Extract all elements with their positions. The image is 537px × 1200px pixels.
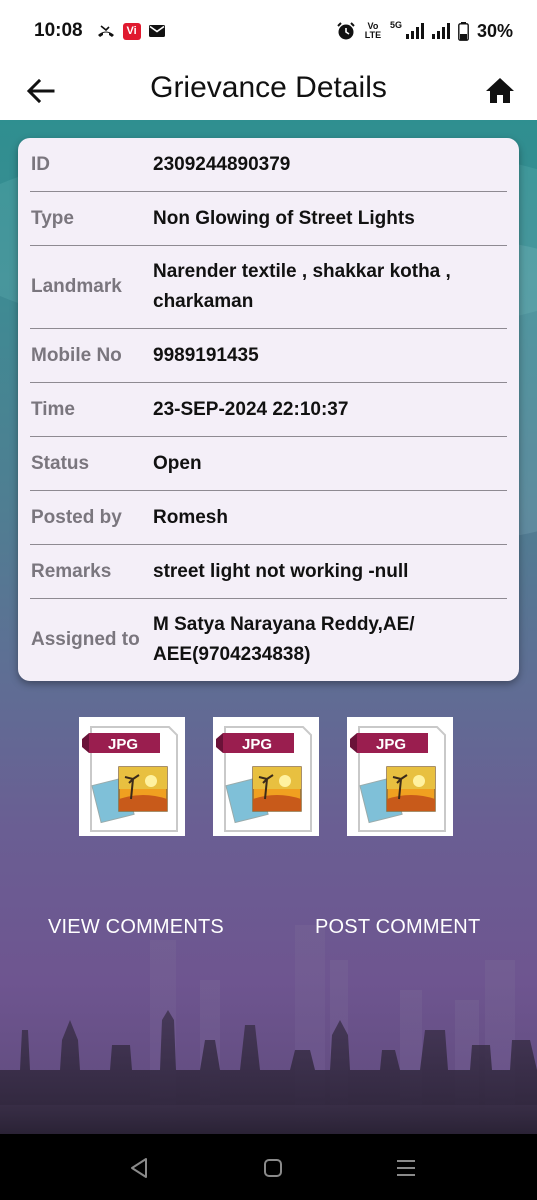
battery-icon: [458, 21, 469, 41]
missed-call-icon: [97, 25, 114, 37]
detail-row-assigned-to: Assigned to M Satya Narayana Reddy,AE/ A…: [30, 599, 507, 681]
detail-row-posted-by: Posted by Romesh: [30, 491, 507, 545]
alarm-icon: [337, 22, 355, 40]
battery-percent: 30%: [476, 20, 513, 41]
detail-row-mobile: Mobile No 9989191435: [30, 329, 507, 383]
5g-signal-label: 5G: [389, 20, 402, 30]
screen: 10:08 Vi Vo LTE 5G 30% Grievance Details…: [0, 0, 537, 1200]
signal-icon: [431, 23, 450, 39]
detail-label: Time: [31, 398, 76, 420]
nav-back-button[interactable]: [126, 1154, 154, 1182]
detail-label: Posted by: [31, 506, 122, 528]
detail-label: ID: [31, 153, 50, 175]
detail-value: 2309244890379: [153, 153, 291, 175]
home-square-icon: [264, 1159, 282, 1177]
status-time: 10:08: [34, 20, 83, 41]
jpg-attachment-1[interactable]: JPG: [79, 717, 185, 836]
detail-value: 9989191435: [153, 344, 259, 366]
detail-value: street light not working -null: [153, 560, 409, 582]
grievance-details-card: ID 2309244890379 Type Non Glowing of Str…: [18, 138, 519, 681]
page-title: Grievance Details: [150, 71, 387, 104]
detail-row-status: Status Open: [30, 437, 507, 491]
detail-value: Non Glowing of Street Lights: [153, 207, 415, 229]
jpg-attachment-2[interactable]: JPG: [213, 717, 319, 836]
volte-icon: Vo LTE: [364, 21, 382, 40]
system-nav-bar: [0, 1134, 537, 1200]
detail-label: Status: [31, 452, 90, 474]
detail-value: Romesh: [153, 506, 228, 528]
home-icon: [486, 78, 514, 103]
jpg-file-icon: JPG: [350, 726, 446, 832]
detail-row-remarks: Remarks street light not working -null: [30, 545, 507, 599]
back-triangle-icon: [131, 1158, 147, 1178]
jpg-file-icon: JPG: [216, 726, 312, 832]
detail-value: 23-SEP-2024 22:10:37: [153, 398, 349, 420]
status-value: Open: [153, 452, 202, 474]
detail-value: Narender textile , shakkar kotha , chark…: [153, 261, 451, 312]
detail-label: Landmark: [31, 276, 122, 297]
nav-home-button[interactable]: [259, 1154, 287, 1182]
detail-row-id: ID 2309244890379: [30, 138, 507, 192]
jpg-badge: JPG: [108, 736, 138, 753]
nav-recents-button[interactable]: [392, 1154, 420, 1182]
detail-row-landmark: Landmark Narender textile , shakkar koth…: [30, 246, 507, 329]
city-skyline-image: [0, 925, 537, 1134]
5g-signal-icon: [405, 23, 424, 39]
detail-label: Mobile No: [31, 344, 122, 366]
jpg-file-icon: JPG: [82, 726, 178, 832]
jpg-attachment-3[interactable]: JPG: [347, 717, 453, 836]
recents-menu-icon: [397, 1160, 415, 1176]
status-bar: 10:08 Vi Vo LTE 5G 30%: [0, 0, 537, 62]
app-bar: Grievance Details: [0, 62, 537, 120]
gmail-icon: [148, 25, 165, 37]
detail-label: Assigned to: [31, 629, 140, 650]
home-button[interactable]: [483, 74, 517, 108]
vi-app-icon: Vi: [122, 22, 141, 40]
detail-value: M Satya Narayana Reddy,AE/ AEE(970423483…: [153, 614, 415, 665]
detail-row-type: Type Non Glowing of Street Lights: [30, 192, 507, 246]
detail-label: Remarks: [31, 560, 112, 582]
detail-row-time: Time 23-SEP-2024 22:10:37: [30, 383, 507, 437]
jpg-badge: JPG: [242, 736, 272, 753]
view-comments-button[interactable]: VIEW COMMENTS: [48, 916, 224, 939]
jpg-badge: JPG: [376, 736, 406, 753]
detail-label: Type: [31, 207, 74, 229]
post-comment-button[interactable]: POST COMMENT: [315, 916, 480, 939]
